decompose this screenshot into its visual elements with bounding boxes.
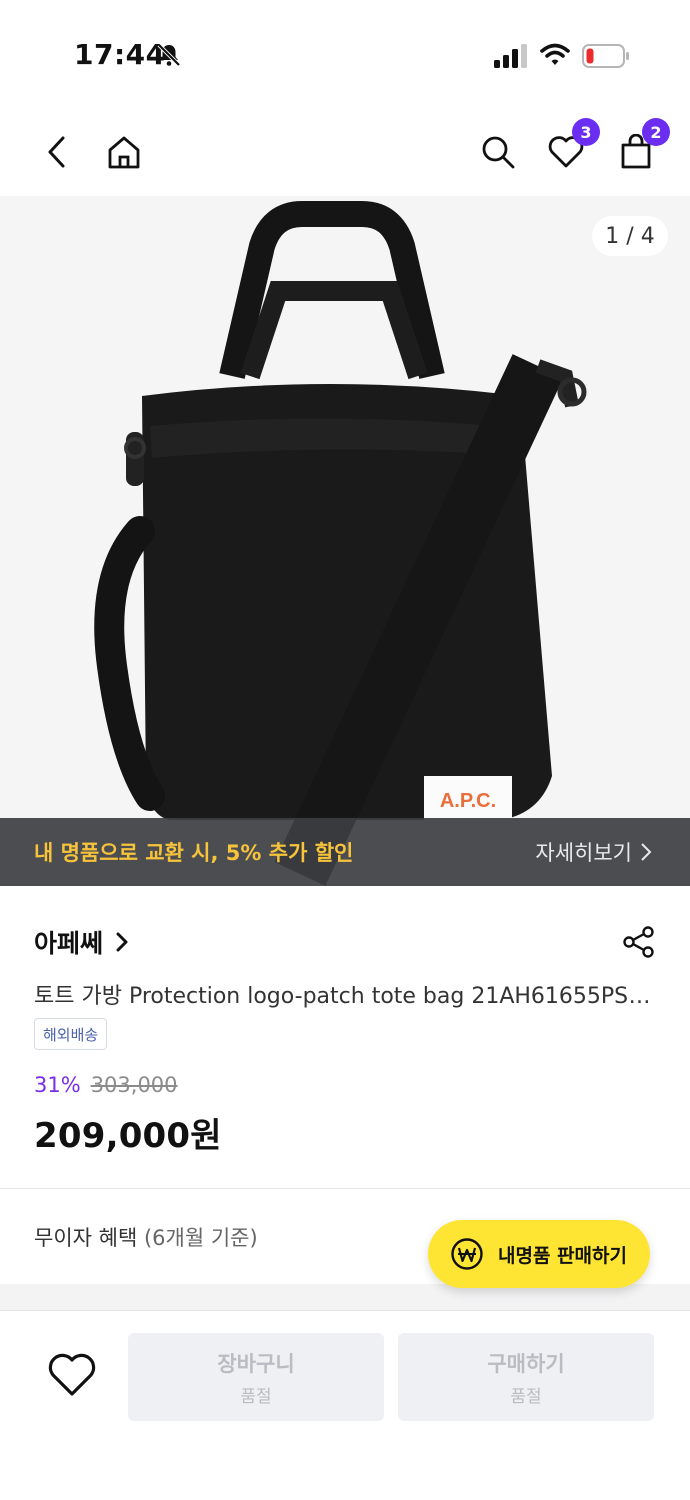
brand-row: 아페쎄 (34, 920, 656, 964)
add-to-cart-button[interactable]: 장바구니 품절 (128, 1333, 384, 1421)
search-button[interactable] (478, 132, 518, 172)
discount-rate: 31% (34, 1073, 81, 1097)
promo-details-label: 자세히보기 (535, 841, 632, 865)
original-price: 303,000 (90, 1073, 178, 1097)
installment-benefit-row[interactable]: 무이자 혜택 (6개월 기준) (34, 1222, 258, 1252)
brand-name: 아페쎄 (34, 929, 104, 958)
brand-link[interactable]: 아페쎄 (34, 924, 129, 960)
won-coin-icon (451, 1238, 483, 1270)
cart-button[interactable]: 2 (616, 118, 670, 172)
product-image: A.P.C. (94, 201, 587, 886)
brand-logo-patch: A.P.C. (440, 790, 496, 812)
trade-in-promo-banner[interactable]: 내 명품으로 교환 시, 5% 추가 할인 자세히보기 (0, 818, 690, 886)
product-title: 토트 가방 Protection logo-patch tote bag 21A… (34, 984, 658, 1009)
divider (0, 1188, 690, 1189)
signal-icon (494, 44, 527, 68)
chevron-right-icon (641, 843, 652, 861)
wishlist-heart-button[interactable] (46, 1349, 98, 1401)
promo-text: 내 명품으로 교환 시, 5% 추가 할인 (34, 841, 354, 865)
cart-button-status: 품절 (240, 1386, 272, 1407)
search-icon (482, 136, 515, 169)
installment-detail: (6개월 기준) (143, 1226, 258, 1250)
cart-count-badge: 2 (642, 118, 670, 146)
bell-off-icon (157, 43, 181, 67)
battery-icon (582, 44, 629, 68)
top-nav: 3 2 (0, 110, 690, 196)
cart-button-label: 장바구니 (217, 1351, 295, 1376)
bottom-action-bar: 장바구니 품절 구매하기 품절 (0, 1310, 690, 1500)
status-bar: 17:44 (0, 0, 690, 110)
buy-button-label: 구매하기 (487, 1351, 565, 1376)
back-button[interactable] (36, 132, 76, 172)
buy-button-status: 품절 (510, 1386, 542, 1407)
promo-details-link[interactable]: 자세히보기 (535, 837, 652, 867)
buy-now-button[interactable]: 구매하기 품절 (398, 1333, 654, 1421)
sell-my-luxury-button[interactable]: 내명품 판매하기 (428, 1220, 650, 1288)
wishlist-button[interactable]: 3 (546, 118, 600, 172)
home-button[interactable] (104, 132, 144, 172)
chevron-left-icon (48, 136, 65, 168)
product-image-gallery[interactable]: A.P.C. 1 / 4 내 명품으로 교환 시, 5% 추가 할인 자세히보기 (0, 196, 690, 886)
image-counter: 1 / 4 (592, 216, 668, 256)
installment-label: 무이자 혜택 (34, 1226, 138, 1250)
wishlist-count-badge: 3 (572, 118, 600, 146)
share-icon[interactable] (622, 925, 656, 959)
discount-row: 31% 303,000 (34, 1073, 178, 1097)
status-time: 17:44 (74, 38, 166, 71)
overseas-shipping-tag: 해외배송 (34, 1018, 108, 1050)
wifi-icon (540, 43, 570, 65)
sale-price: 209,000원 (34, 1116, 222, 1156)
sell-button-label: 내명품 판매하기 (498, 1244, 627, 1267)
chevron-right-icon (116, 932, 128, 952)
home-icon (108, 136, 140, 169)
